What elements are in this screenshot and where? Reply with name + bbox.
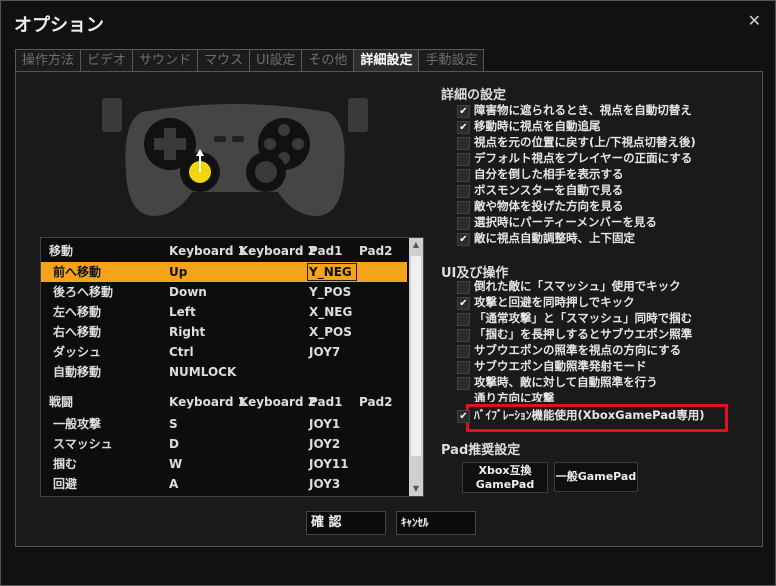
list-scrollbar[interactable]: ▲ ▼	[409, 238, 423, 496]
window-title: オプション	[14, 15, 104, 36]
checkbox[interactable]	[457, 217, 470, 230]
detail-option-7[interactable]: 敵や物体を投げた方向を見る	[457, 199, 624, 214]
checkbox[interactable]	[457, 137, 470, 150]
checkbox-checked[interactable]: ✔	[457, 233, 470, 246]
ui-option-5[interactable]: サブウエポンの照準を視点の方向にする	[457, 343, 681, 358]
checkbox-checked[interactable]: ✔	[457, 410, 470, 423]
checkbox[interactable]	[457, 153, 470, 166]
checkbox-checked[interactable]: ✔	[457, 105, 470, 118]
checkbox[interactable]	[457, 345, 470, 358]
ui-option-7[interactable]: 攻撃時、敵に対して自動照準を行う	[457, 375, 658, 390]
xbox-gamepad-button[interactable]: Xbox互換 GamePad	[462, 462, 548, 493]
generic-gamepad-button[interactable]: 一般GamePad	[554, 462, 638, 492]
detail-option-1[interactable]: ✔ 障害物に遮られるとき、視点を自動切替え	[457, 103, 692, 118]
binding-row-dash[interactable]: ダッシュ Ctrl JOY7	[41, 342, 407, 362]
ui-option-6[interactable]: サブウエポン自動照準発射モード	[457, 359, 647, 374]
tab-video[interactable]: ビデオ	[80, 49, 134, 71]
close-icon[interactable]: ✕	[748, 11, 761, 30]
options-window: オプション ✕ 操作方法 ビデオ サウンド マウス UI設定 その他 詳細設定 …	[0, 0, 776, 586]
detail-option-2[interactable]: ✔ 移動時に視点を自動追尾	[457, 119, 601, 134]
binding-row-smash[interactable]: スマッシュ D JOY2	[41, 434, 407, 454]
scroll-up-icon[interactable]: ▲	[409, 238, 423, 252]
cancel-button[interactable]: ｷｬﾝｾﾙ	[396, 511, 476, 535]
checkbox[interactable]	[457, 201, 470, 214]
detail-option-4[interactable]: デフォルト視点をプレイヤーの正面にする	[457, 151, 692, 166]
ui-option-vibration[interactable]: ✔ ﾊﾞｲﾌﾞﾚｰｼｮﾝ機能使用(XboxGamePad専用)	[457, 408, 705, 423]
tab-advanced[interactable]: 詳細設定	[353, 49, 420, 73]
tab-other[interactable]: その他	[301, 49, 355, 71]
tab-mouse[interactable]: マウス	[197, 49, 251, 71]
checkbox[interactable]	[457, 313, 470, 326]
binding-row-grab[interactable]: 掴む W JOY11	[41, 454, 407, 474]
tab-manual[interactable]: 手動設定	[418, 49, 485, 71]
ui-option-4[interactable]: 「掴む」を長押しするとサブウエポン照準	[457, 327, 692, 342]
detail-option-9[interactable]: ✔ 敵に視点自動調整時、上下固定	[457, 231, 635, 246]
detail-option-3[interactable]: 視点を元の位置に戻す(上/下視点切替え後)	[457, 135, 696, 150]
tab-sound[interactable]: サウンド	[132, 49, 199, 71]
gamepad-icon	[102, 98, 368, 217]
confirm-button[interactable]: 確 認	[306, 511, 386, 535]
ui-option-3[interactable]: 「通常攻撃」と「スマッシュ」同時で掴む	[457, 311, 692, 326]
checkbox[interactable]	[457, 377, 470, 390]
checkbox-checked[interactable]: ✔	[457, 121, 470, 134]
binding-row-attack[interactable]: 一般攻撃 S JOY1	[41, 414, 407, 434]
ui-option-2[interactable]: ✔ 攻撃と回避を同時押しでキック	[457, 295, 635, 310]
ui-option-8[interactable]: 通り方向に攻撃	[474, 391, 555, 402]
binding-row-back[interactable]: 後ろへ移動 Down Y_POS	[41, 282, 407, 302]
scroll-down-icon[interactable]: ▼	[409, 482, 423, 496]
pad-section-title: Pad推奨設定	[441, 443, 521, 458]
settings-panel: 移動 Keyboard 1 Keyboard 2 Pad1 Pad2 前へ移動 …	[15, 71, 763, 547]
ui-option-1[interactable]: 倒れた敵に「スマッシュ」使用でキック	[457, 279, 681, 294]
tab-ui-settings[interactable]: UI設定	[249, 49, 303, 71]
binding-row-dodge[interactable]: 回避 A JOY3	[41, 474, 407, 494]
combat-header: 戦闘 Keyboard 1 Keyboard 2 Pad1 Pad2	[49, 395, 393, 409]
detail-section-title: 詳細の設定	[441, 88, 507, 103]
checkbox[interactable]	[457, 329, 470, 342]
detail-option-5[interactable]: 自分を倒した相手を表示する	[457, 167, 624, 182]
checkbox-checked[interactable]: ✔	[457, 297, 470, 310]
binding-row-right[interactable]: 右へ移動 Right X_POS	[41, 322, 407, 342]
binding-row-forward[interactable]: 前へ移動 Up Y_NEG	[41, 262, 407, 282]
checkbox[interactable]	[457, 281, 470, 294]
tab-bar: 操作方法 ビデオ サウンド マウス UI設定 その他 詳細設定 手動設定	[15, 49, 485, 73]
scrollbar-thumb[interactable]	[411, 256, 421, 456]
detail-option-8[interactable]: 選択時にパーティーメンバーを見る	[457, 215, 657, 230]
movement-header: 移動 Keyboard 1 Keyboard 2 Pad1 Pad2	[49, 244, 393, 258]
checkbox[interactable]	[457, 169, 470, 182]
key-binding-list[interactable]: 移動 Keyboard 1 Keyboard 2 Pad1 Pad2 前へ移動 …	[40, 237, 424, 497]
binding-row-automove[interactable]: 自動移動 NUMLOCK	[41, 362, 407, 382]
tab-controls[interactable]: 操作方法	[15, 49, 82, 71]
detail-option-6[interactable]: ボスモンスターを自動で見る	[457, 183, 623, 198]
checkbox[interactable]	[457, 361, 470, 374]
checkbox[interactable]	[457, 185, 470, 198]
binding-row-left[interactable]: 左へ移動 Left X_NEG	[41, 302, 407, 322]
